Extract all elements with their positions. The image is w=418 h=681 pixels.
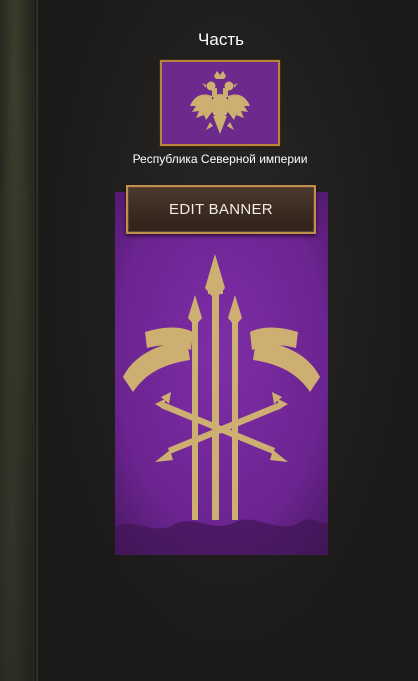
spears-and-arrows-icon [115,192,328,555]
faction-name: Республика Северной империи [132,152,308,166]
clan-banner-thumbnail[interactable] [159,59,281,147]
panel-title: Часть [198,30,244,49]
double-headed-eagle-icon [190,71,250,134]
background-map-strip [0,0,36,681]
clan-banner-preview [115,192,328,555]
edit-banner-button[interactable]: EDIT BANNER [126,185,316,234]
